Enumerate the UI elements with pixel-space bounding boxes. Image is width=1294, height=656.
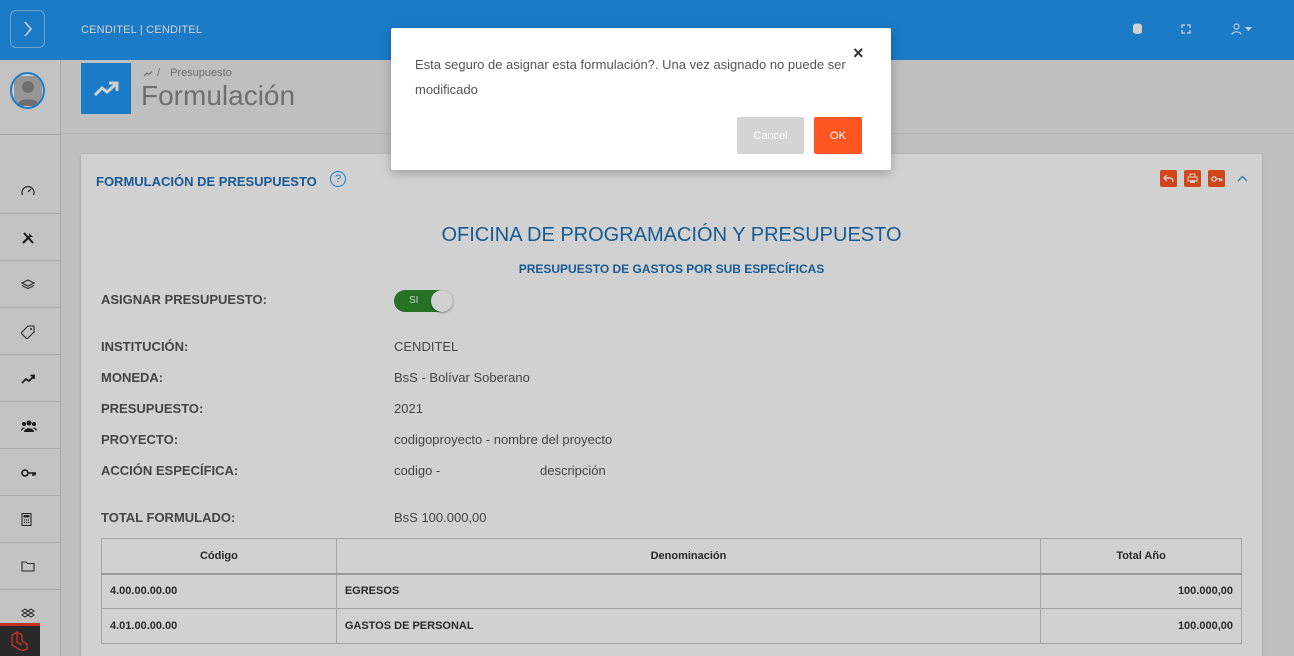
cancel-button[interactable]: Cancel <box>737 117 804 154</box>
ok-button[interactable]: OK <box>814 117 862 154</box>
dialog-message: Esta seguro de asignar esta formulación?… <box>415 57 846 97</box>
close-icon[interactable]: × <box>853 44 864 62</box>
confirm-dialog: Esta seguro de asignar esta formulación?… <box>391 28 891 170</box>
